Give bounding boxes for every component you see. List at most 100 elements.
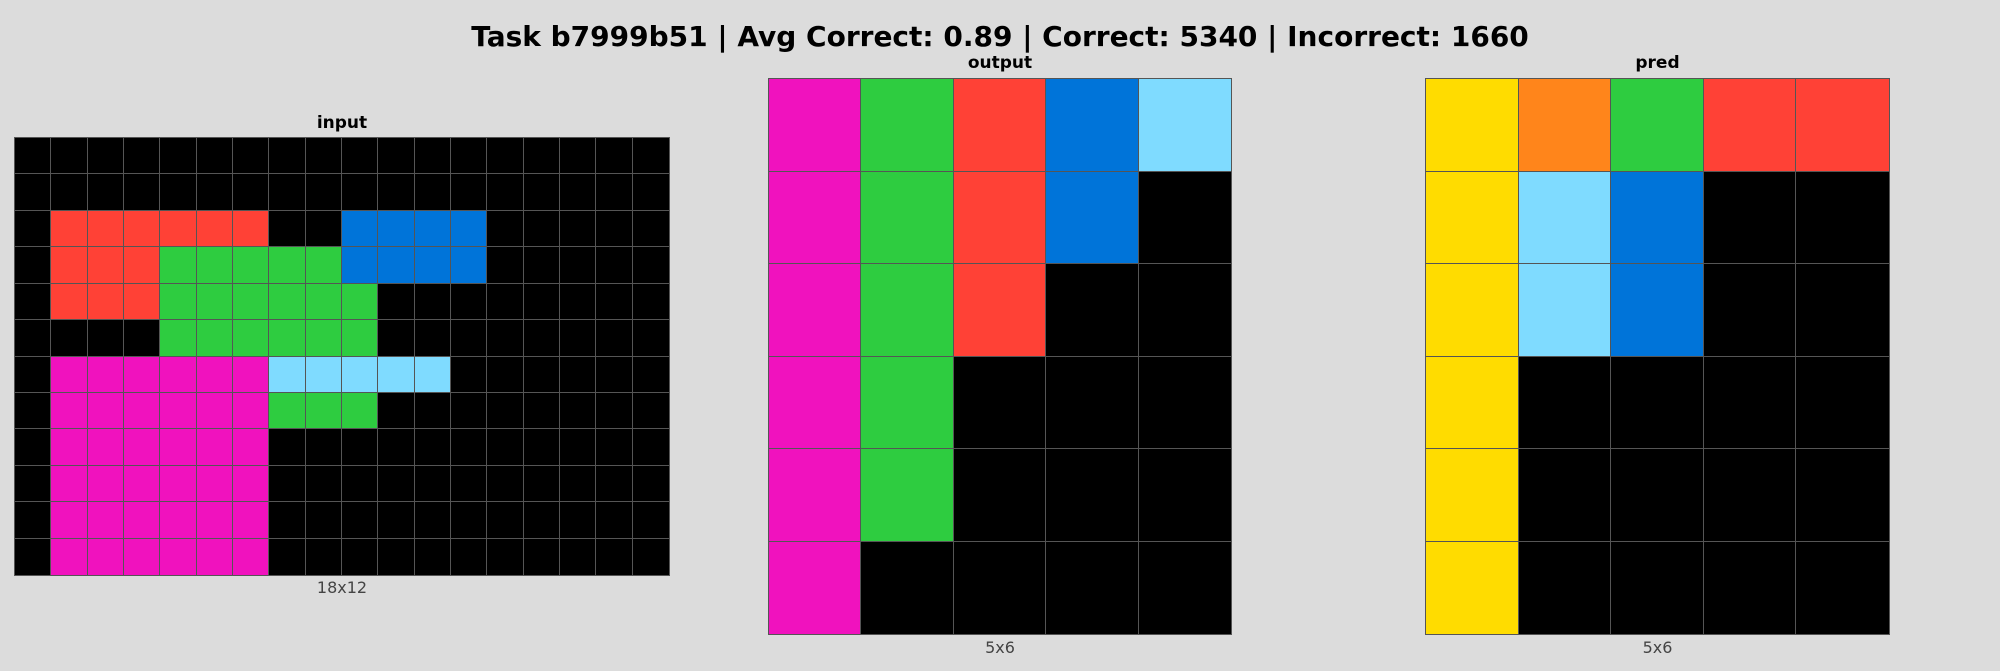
grid-cell xyxy=(414,538,451,575)
grid-cell xyxy=(160,247,197,284)
grid-cell xyxy=(450,174,488,211)
pred-grid xyxy=(1425,78,1890,635)
grid-cell xyxy=(487,174,524,211)
grid-cell xyxy=(1138,264,1231,357)
grid-cell xyxy=(160,538,197,575)
grid-cell xyxy=(232,538,270,575)
grid-cell xyxy=(1518,449,1612,542)
grid-cell xyxy=(87,465,124,503)
grid-cell xyxy=(632,538,669,575)
grid-cell xyxy=(305,320,342,357)
grid-cell xyxy=(305,210,342,248)
grid-cell xyxy=(487,538,524,575)
grid-cell xyxy=(15,356,52,393)
grid-cell xyxy=(487,356,524,393)
grid-cell xyxy=(341,174,379,211)
grid-cell xyxy=(123,538,161,575)
grid-cell xyxy=(861,356,954,449)
grid-cell xyxy=(953,449,1047,542)
grid-cell xyxy=(487,502,524,539)
grid-cell xyxy=(1611,264,1704,357)
grid-cell xyxy=(341,502,379,539)
grid-cell xyxy=(450,502,488,539)
grid-cell xyxy=(523,538,560,575)
grid-cell xyxy=(305,429,342,466)
grid-cell xyxy=(269,356,306,393)
grid-cell xyxy=(1796,541,1889,634)
grid-cell xyxy=(487,210,524,248)
grid-cell xyxy=(596,538,633,575)
grid-cell xyxy=(15,283,52,321)
grid-cell xyxy=(269,210,306,248)
grid-cell xyxy=(1138,449,1231,542)
grid-cell xyxy=(123,502,161,539)
grid-cell xyxy=(51,356,88,393)
grid-cell xyxy=(487,247,524,284)
grid-cell xyxy=(269,138,306,175)
grid-cell xyxy=(559,502,597,539)
grid-cell xyxy=(1518,541,1612,634)
grid-cell xyxy=(15,138,52,175)
grid-cell xyxy=(523,174,560,211)
grid-cell xyxy=(51,502,88,539)
grid-cell xyxy=(632,320,669,357)
grid-cell xyxy=(196,320,233,357)
grid-cell xyxy=(269,465,306,503)
grid-cell xyxy=(87,320,124,357)
grid-cell xyxy=(196,247,233,284)
grid-cell xyxy=(87,283,124,321)
grid-cell xyxy=(160,502,197,539)
grid-cell xyxy=(953,541,1047,634)
grid-cell xyxy=(87,538,124,575)
grid-cell xyxy=(414,392,451,430)
input-dims-label: 18x12 xyxy=(316,578,368,597)
grid-cell xyxy=(51,210,88,248)
grid-cell xyxy=(450,538,488,575)
grid-cell xyxy=(269,392,306,430)
grid-cell xyxy=(305,283,342,321)
input-panel-title: input xyxy=(316,113,368,133)
grid-cell xyxy=(596,320,633,357)
grid-cell xyxy=(1703,79,1797,172)
grid-cell xyxy=(123,465,161,503)
output-dims-label: 5x6 xyxy=(985,638,1015,657)
grid-cell xyxy=(632,247,669,284)
grid-cell xyxy=(596,429,633,466)
grid-cell xyxy=(1611,79,1704,172)
grid-cell xyxy=(450,210,488,248)
grid-cell xyxy=(378,429,415,466)
grid-cell xyxy=(414,356,451,393)
grid-cell xyxy=(1518,356,1612,449)
grid-cell xyxy=(51,538,88,575)
grid-cell xyxy=(523,356,560,393)
grid-cell xyxy=(305,502,342,539)
grid-cell xyxy=(305,138,342,175)
grid-cell xyxy=(1796,79,1889,172)
grid-cell xyxy=(341,210,379,248)
grid-cell xyxy=(1518,171,1612,264)
grid-cell xyxy=(1796,356,1889,449)
grid-cell xyxy=(51,247,88,284)
grid-cell xyxy=(51,392,88,430)
pred-dims-label: 5x6 xyxy=(1642,638,1673,657)
grid-cell xyxy=(632,138,669,175)
grid-cell xyxy=(160,210,197,248)
grid-cell xyxy=(450,138,488,175)
grid-cell xyxy=(1518,79,1612,172)
grid-cell xyxy=(1611,171,1704,264)
grid-cell xyxy=(559,538,597,575)
grid-cell xyxy=(160,465,197,503)
grid-cell xyxy=(523,392,560,430)
grid-cell xyxy=(1703,449,1797,542)
grid-cell xyxy=(378,320,415,357)
grid-cell xyxy=(414,283,451,321)
grid-cell xyxy=(341,465,379,503)
grid-cell xyxy=(450,465,488,503)
grid-cell xyxy=(196,429,233,466)
grid-cell xyxy=(1796,171,1889,264)
grid-cell xyxy=(414,174,451,211)
output-grid xyxy=(768,78,1232,635)
grid-cell xyxy=(15,210,52,248)
grid-cell xyxy=(1611,356,1704,449)
grid-cell xyxy=(87,392,124,430)
